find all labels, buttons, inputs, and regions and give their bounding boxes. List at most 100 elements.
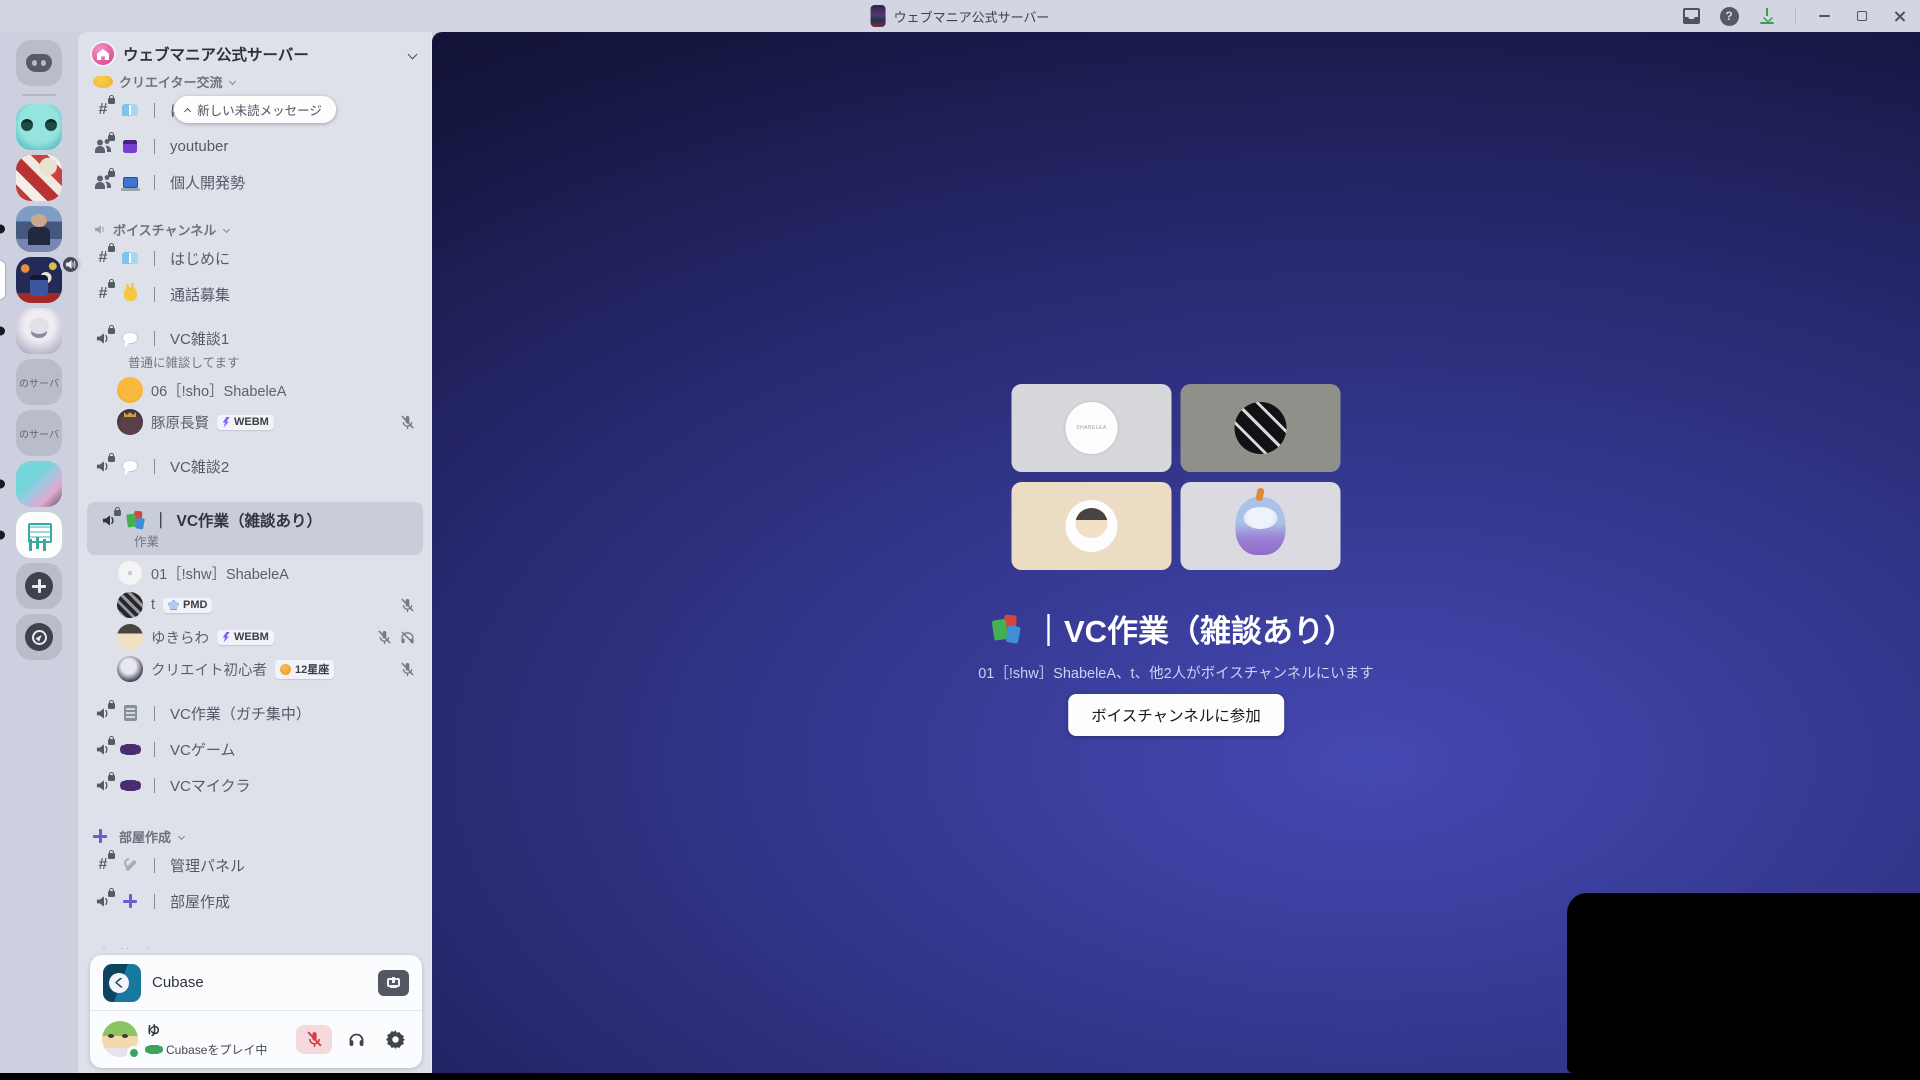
pmd-badge: PMD xyxy=(163,598,212,613)
voice-channel-participants-summary: 01［!shw］ShabeleA、t、他2人がボイスチャンネルにいます xyxy=(978,662,1374,683)
server-icon-miku[interactable] xyxy=(0,461,78,507)
category-voice-channels[interactable]: ボイスチャンネル xyxy=(87,216,423,240)
participant-avatar xyxy=(1066,500,1118,552)
voice-speaker-lock-icon xyxy=(99,513,119,528)
server-icon-webmania-active[interactable] xyxy=(0,257,78,303)
category-heya-sakusei[interactable]: 部屋作成 xyxy=(87,823,423,847)
bolt-icon xyxy=(222,632,230,643)
voice-member[interactable]: クリエイト初心者 12星座 xyxy=(87,653,423,685)
participant-tile-yukirawa[interactable] xyxy=(1012,482,1172,570)
participant-tile-creator[interactable] xyxy=(1181,482,1341,570)
voice-speaker-lock-icon xyxy=(93,706,113,721)
close-button[interactable] xyxy=(1886,3,1914,29)
server-icon-easel[interactable] xyxy=(0,512,78,558)
headphones-button[interactable] xyxy=(341,1025,371,1054)
avatar xyxy=(117,560,143,586)
join-voice-channel-button[interactable]: ボイスチャンネルに参加 xyxy=(1068,694,1284,736)
server-icon-text-1[interactable]: のサーバ xyxy=(0,359,78,405)
voice-member[interactable]: 06［!sho］ShabeleA xyxy=(87,374,423,406)
avatar xyxy=(117,624,143,650)
user-activity-status: Cubaseをプレイ中 xyxy=(147,1041,267,1058)
rail-home[interactable] xyxy=(0,40,78,86)
member-name: クリエイト初心者 xyxy=(151,659,267,680)
voice-channel-vc-sagyou-selected[interactable]: ｜ VC作業（雑談あり） 作業 xyxy=(87,502,423,555)
server-icon-suit[interactable] xyxy=(0,206,78,252)
chevron-up-icon xyxy=(184,107,191,114)
discover-button[interactable] xyxy=(0,614,78,660)
building-emoji xyxy=(120,704,140,722)
voice-member[interactable]: 豚原長賢 WEBM xyxy=(87,406,423,438)
settings-gear-button[interactable] xyxy=(380,1025,410,1054)
book-emoji xyxy=(120,101,140,119)
member-name: t xyxy=(151,597,155,613)
voice-channel-vc-game[interactable]: ｜ VCゲーム xyxy=(87,731,423,767)
unread-indicator xyxy=(0,480,5,489)
voice-channel-vc-zatsudan-1[interactable]: ｜ VC雑談1 xyxy=(87,320,423,356)
activity-name: Cubase xyxy=(152,974,204,991)
online-status-dot xyxy=(127,1046,141,1060)
channel-youtuber[interactable]: ｜ youtuber xyxy=(87,128,423,164)
new-unread-messages-pill[interactable]: 新しい未読メッセージ xyxy=(174,96,336,123)
user-name: ゆ xyxy=(147,1020,267,1039)
server-header[interactable]: ウェブマニア公式サーバー xyxy=(78,32,432,76)
titlebar-controls: ? xyxy=(1677,0,1914,32)
voice-member[interactable]: ゆきらわ WEBM xyxy=(87,621,423,653)
user-avatar[interactable] xyxy=(102,1021,138,1057)
gem-icon xyxy=(168,600,179,610)
pin-icon xyxy=(93,947,113,949)
hash-lock-icon: # xyxy=(93,249,113,267)
voice-channel-vc-minecraft[interactable]: ｜ VCマイクラ xyxy=(87,767,423,803)
mic-muted-button[interactable] xyxy=(296,1025,332,1054)
books-emoji xyxy=(126,511,146,529)
participant-tile-t[interactable] xyxy=(1181,384,1341,472)
channel-kanri-panel[interactable]: # ｜ 管理パネル xyxy=(87,847,423,883)
participant-tile-shabelea[interactable]: SHABELEA xyxy=(1012,384,1172,472)
update-download-icon[interactable] xyxy=(1753,3,1781,29)
unread-indicator xyxy=(0,327,5,336)
maximize-button[interactable] xyxy=(1848,3,1876,29)
inbox-icon[interactable] xyxy=(1677,3,1705,29)
voice-speaker-lock-icon xyxy=(93,459,113,474)
participant-avatar: SHABELEA xyxy=(1066,402,1118,454)
cubase-logo-icon xyxy=(103,964,141,1002)
voice-speaker-lock-icon xyxy=(93,778,113,793)
voice-active-badge xyxy=(60,254,81,275)
channel-description: 普通に雑談してます xyxy=(128,356,423,370)
forum-icon xyxy=(93,138,113,154)
picture-in-picture-overlay[interactable] xyxy=(1567,893,1920,1073)
category-creator-exchange[interactable]: クリエイター交流 xyxy=(87,76,423,92)
voice-channel-vc-zatsudan-2[interactable]: ｜ VC雑談2 xyxy=(87,448,423,484)
channel-sidebar: ウェブマニア公式サーバー 新しい未読メッセージ クリエイター交流 # ｜ はじめ… xyxy=(78,32,432,1073)
voice-channel-heya-sakusei[interactable]: ｜ 部屋作成 xyxy=(87,883,423,919)
member-name: 01［!shw］ShabeleA xyxy=(151,563,289,584)
avatar xyxy=(117,592,143,618)
hash-lock-icon: # xyxy=(93,285,113,303)
server-icon-text-2[interactable]: のサーバ xyxy=(0,410,78,456)
screen-share-button[interactable] xyxy=(378,970,409,996)
channel-kojin-kaihatsu[interactable]: ｜ 個人開発勢 xyxy=(87,164,423,200)
server-icon-red-art[interactable] xyxy=(0,155,78,201)
titlebar-separator xyxy=(1795,8,1796,24)
chevron-down-icon xyxy=(223,225,230,232)
voice-member[interactable]: 01［!shw］ShabeleA xyxy=(87,557,423,589)
channel-tsuwa-boshu[interactable]: # ｜ 通話募集 xyxy=(87,276,423,312)
voice-member[interactable]: t PMD xyxy=(87,589,423,621)
category-houchi-beya[interactable]: 放置部屋 xyxy=(87,941,423,949)
laptop-emoji xyxy=(120,173,140,191)
add-server-button[interactable] xyxy=(0,563,78,609)
wrench-emoji xyxy=(120,856,140,874)
discord-logo-icon xyxy=(26,54,52,72)
smiley-emoji xyxy=(93,76,113,88)
channel-hajimeni-2[interactable]: # ｜ はじめに xyxy=(87,240,423,276)
clapper-emoji xyxy=(120,137,140,155)
server-rail: のサーバ のサーバ xyxy=(0,32,78,1073)
hand-emoji xyxy=(120,285,140,303)
minimize-button[interactable] xyxy=(1810,3,1838,29)
channel-description: 作業 xyxy=(134,535,417,549)
help-icon[interactable]: ? xyxy=(1715,3,1743,29)
chevron-down-icon xyxy=(178,832,185,839)
server-icon-teal-face[interactable] xyxy=(0,104,78,150)
hash-lock-icon: # xyxy=(93,101,113,119)
voice-channel-vc-sagyou-gachi[interactable]: ｜ VC作業（ガチ集中） xyxy=(87,695,423,731)
server-icon-white-hair[interactable] xyxy=(0,308,78,354)
